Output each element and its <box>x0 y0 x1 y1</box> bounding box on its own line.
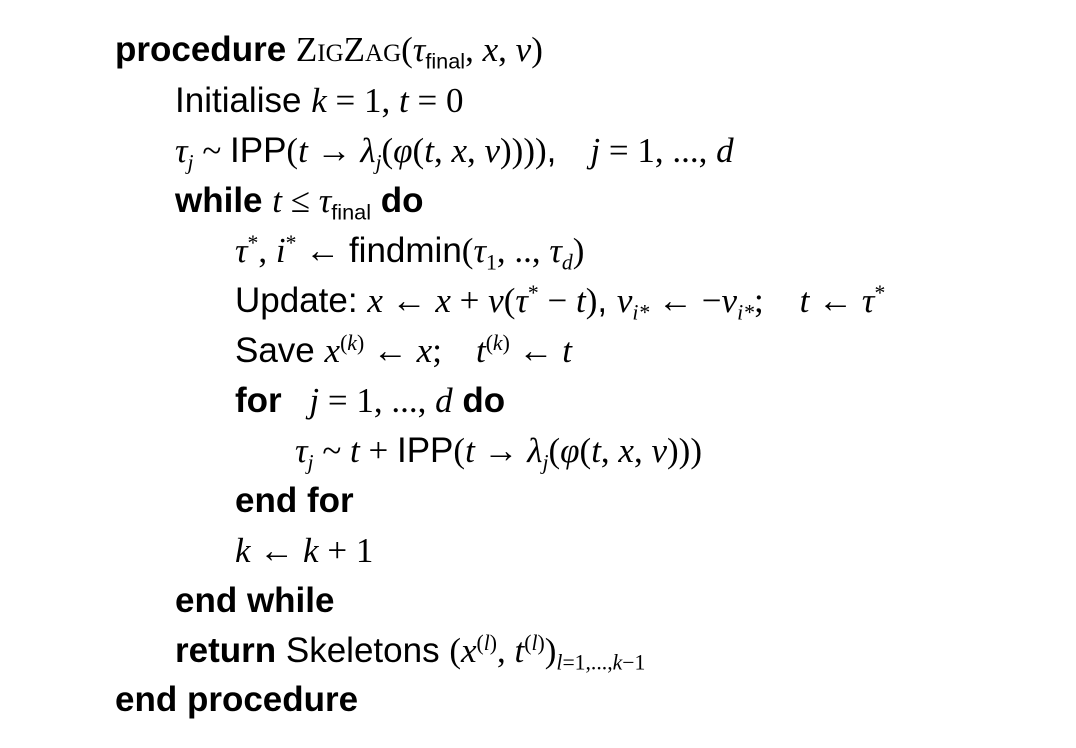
line-end-while: end while <box>175 581 335 620</box>
keyword-do-2: do <box>462 381 506 420</box>
keyword-skeletons: Skeletons <box>285 631 440 670</box>
keyword-save: Save <box>235 331 315 370</box>
line-initialise: Initialise k = 1, t = 0 <box>175 81 464 120</box>
keyword-procedure: procedure <box>115 30 287 69</box>
line-while: while t ≤ τfinal do <box>175 181 424 225</box>
line-save: Save x(k) ← x; t(k) ← t <box>235 331 573 370</box>
keyword-for: for <box>235 381 282 420</box>
line-update: Update: x ← x + v(τ* − t), vi* ← −vi*; t … <box>235 281 886 325</box>
line-return: return Skeletons (x(l), t(l))l=1,...,k−1 <box>175 631 646 675</box>
line-end-procedure: end procedure <box>115 680 359 719</box>
line-initial-times: τj ~ IPP(t → λj(φ(t, x, v)))), j = 1, ...… <box>175 131 734 175</box>
subscript-final: final <box>425 48 466 74</box>
line-for: for j = 1, ..., d do <box>235 381 506 420</box>
line-increment: k ← k + 1 <box>235 531 374 570</box>
line-resample: τj ~ t + IPP(t → λj(φ(t, x, v))) <box>295 431 702 475</box>
function-ipp: IPP <box>230 131 287 170</box>
function-findmin: findmin <box>348 231 462 270</box>
keyword-while: while <box>175 181 263 220</box>
procedure-name: ZigZag <box>295 30 402 69</box>
keyword-update: Update: <box>235 281 358 320</box>
keyword-initialise: Initialise <box>175 81 302 120</box>
algorithm-block: procedure ZigZag(τfinal, x, v) Initialis… <box>0 0 1076 748</box>
subscript-final-2: final <box>331 199 372 225</box>
keyword-return: return <box>175 631 277 670</box>
function-ipp-2: IPP <box>396 431 454 470</box>
line-end-for: end for <box>235 481 354 520</box>
line-findmin: τ*, i* ← findmin(τ1, .., τd) <box>235 231 585 275</box>
keyword-do: do <box>380 181 424 220</box>
line-procedure: procedure ZigZag(τfinal, x, v) <box>115 30 543 74</box>
